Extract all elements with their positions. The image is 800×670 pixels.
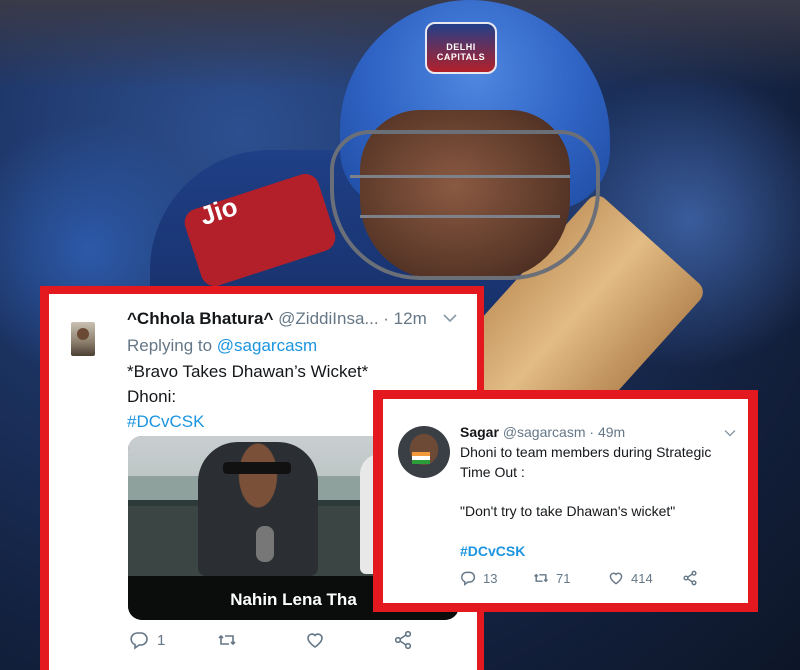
tweet-time[interactable]: · 49m [589, 424, 625, 440]
reply-mention-link[interactable]: @sagarcasm [217, 336, 317, 355]
tweet-text-line: Dhoni to team members during Strategic [460, 444, 712, 460]
helmet-badge: DELHI CAPITALS [425, 22, 497, 74]
reply-context: Replying to @sagarcasm [127, 336, 317, 356]
user-handle[interactable]: @sagarcasm [503, 424, 586, 440]
chevron-down-icon[interactable] [724, 426, 736, 440]
media-sunglasses [223, 462, 291, 474]
reply-button[interactable]: 13 [460, 570, 497, 586]
face-paint-green [412, 460, 430, 464]
tweet-header: ^Chhola Bhatura^ @ZiddiInsa... · 12m [127, 309, 467, 329]
retweet-button[interactable]: 71 [533, 570, 570, 586]
user-handle[interactable]: @ZiddiInsa... [278, 309, 378, 328]
reply-icon [130, 632, 148, 650]
user-name[interactable]: Sagar [460, 424, 499, 440]
tweet-text-line: *Bravo Takes Dhawan’s Wicket* [127, 362, 369, 381]
retweet-button[interactable] [217, 630, 245, 650]
retweet-icon [218, 634, 236, 646]
share-icon [683, 570, 697, 586]
tweet-quote: "Don't try to take Dhawan's wicket" [460, 503, 676, 519]
hashtag-link[interactable]: #DCvCSK [127, 412, 204, 432]
tweet-right-card: Sagar @sagarcasm · 49m Dhoni to team mem… [383, 399, 748, 603]
reply-button[interactable]: 1 [129, 630, 165, 650]
share-button[interactable] [393, 630, 413, 650]
reply-count: 13 [483, 570, 498, 586]
tweet-header: Sagar @sagarcasm · 49m [460, 424, 625, 440]
like-count: 414 [631, 570, 653, 586]
helmet-badge-text: DELHI CAPITALS [436, 42, 486, 62]
share-icon [394, 630, 412, 650]
retweet-icon [534, 573, 548, 583]
tweet-time[interactable]: · 12m [383, 309, 426, 328]
helmet-grille-bar [360, 215, 560, 218]
helmet-grille-bar [350, 175, 570, 178]
heart-icon [609, 572, 623, 585]
avatar[interactable] [398, 426, 450, 478]
tweet-actions: 1 [129, 630, 429, 660]
user-name[interactable]: ^Chhola Bhatura^ [127, 309, 273, 328]
reply-count: 1 [157, 631, 166, 649]
heart-icon [307, 633, 323, 648]
like-button[interactable]: 414 [608, 570, 653, 586]
tweet-text-line: Dhoni: [127, 387, 177, 406]
tweet-text-line: Time Out : [460, 464, 525, 480]
reply-prefix: Replying to [127, 336, 213, 355]
media-microphone [256, 526, 274, 562]
chevron-down-icon[interactable] [443, 310, 457, 326]
reply-icon [461, 571, 476, 586]
like-button[interactable] [305, 630, 333, 650]
tweet-actions: 13 71 414 [460, 570, 730, 592]
share-button[interactable] [682, 570, 698, 586]
helmet-grille [330, 130, 600, 280]
retweet-count: 71 [556, 570, 571, 586]
avatar[interactable] [71, 322, 95, 356]
hashtag-link[interactable]: #DCvCSK [460, 543, 525, 559]
